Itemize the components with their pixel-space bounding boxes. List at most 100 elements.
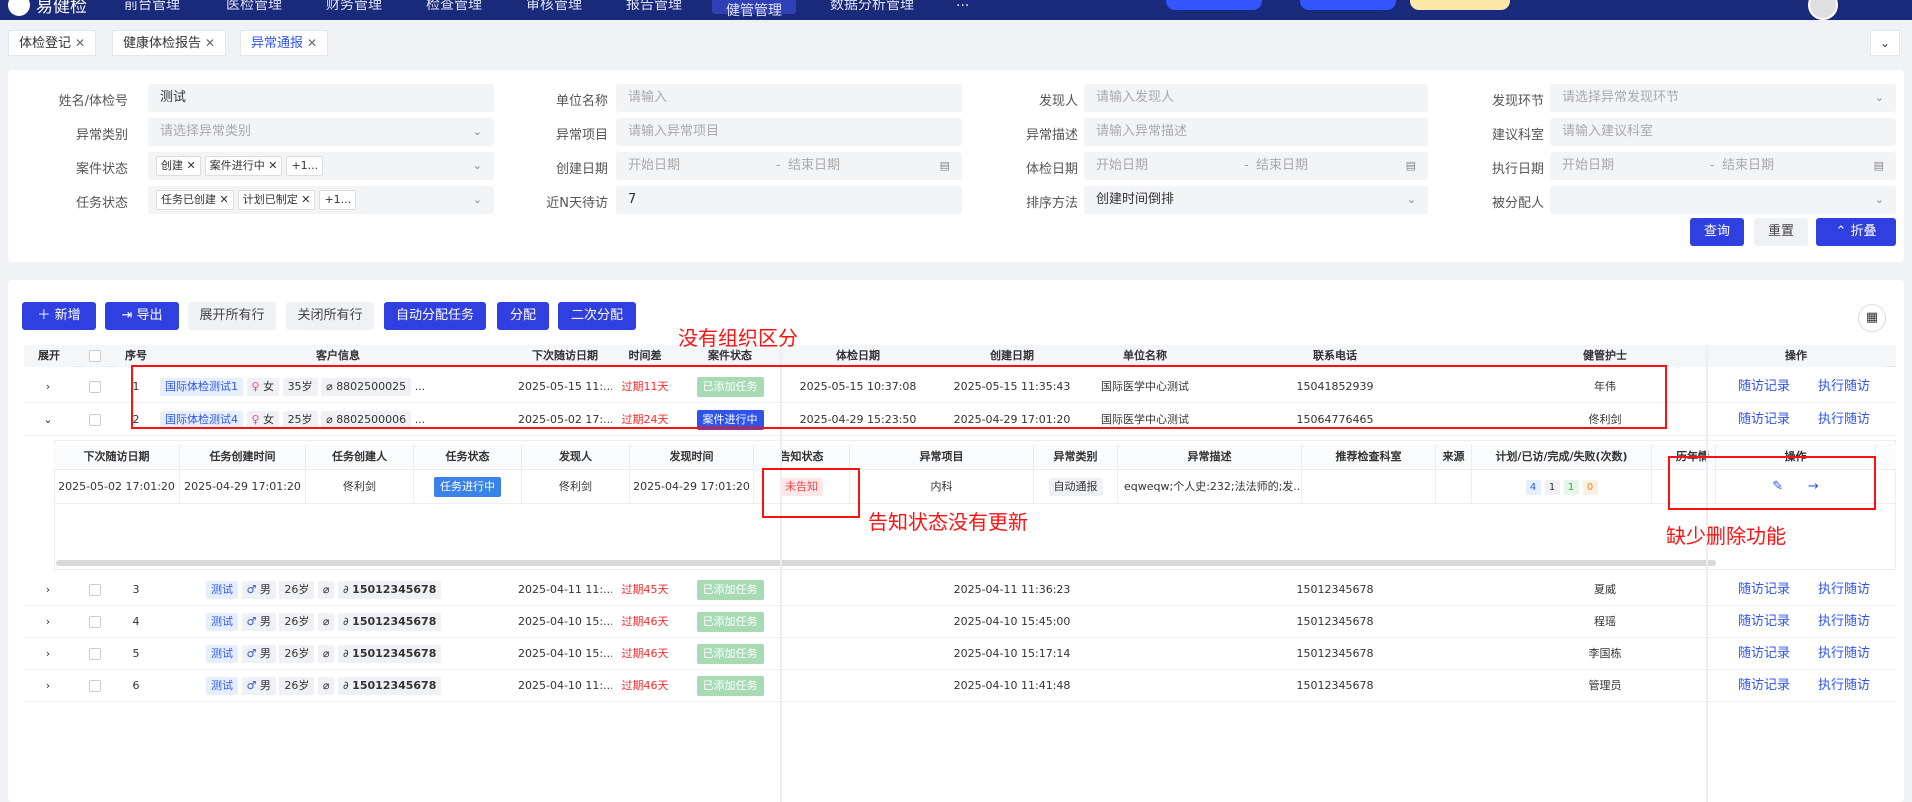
gender-tag: ♂ 男 [241, 613, 276, 631]
filter-chip[interactable]: 创建 ✕ [156, 155, 201, 176]
add-button[interactable]: ＋ 新增 [22, 302, 96, 330]
chevron-right-icon[interactable]: › [38, 606, 58, 638]
nav-item[interactable]: 报告管理 [626, 0, 682, 14]
visit-record-link[interactable]: 随访记录 [1724, 404, 1804, 436]
reassign-button[interactable]: 二次分配 [558, 302, 636, 330]
select-all-checkbox[interactable] [84, 345, 106, 367]
chevron-right-icon[interactable]: › [38, 371, 58, 403]
sort-select[interactable]: 创建时间倒排 ⌄ [1084, 186, 1428, 214]
tab-exam-register[interactable]: 体检登记 ✕ [8, 30, 97, 56]
execute-visit-link[interactable]: 执行随访 [1804, 638, 1884, 670]
nav-item[interactable]: 财务管理 [326, 0, 382, 14]
row-checkbox[interactable] [84, 606, 106, 638]
visit-record-link[interactable]: 随访记录 [1724, 371, 1804, 403]
filter-chip-more[interactable]: +1... [286, 155, 324, 176]
top-action-button[interactable] [1300, 0, 1396, 10]
visit-record-link[interactable]: 随访记录 [1724, 574, 1804, 606]
expand-all-button[interactable]: 展开所有行 [188, 302, 276, 330]
execute-visit-link[interactable]: 执行随访 [1804, 670, 1884, 702]
customer-name-tag[interactable]: 测试 [206, 613, 238, 631]
filter-chip-more[interactable]: +1... [319, 189, 357, 210]
customer-info: 测试 ♂ 男 26岁 ⌀ ∂ 15012345678 [160, 574, 520, 606]
nav-item[interactable]: 审核管理 [526, 0, 582, 14]
chevron-down-icon[interactable]: ⌄ [1870, 30, 1900, 56]
label-exam-date: 体检日期 [1025, 162, 1078, 177]
abn-type-select[interactable]: 请选择异常类别 ⌄ [148, 118, 494, 146]
time-diff: 过期45天 [621, 583, 669, 596]
table-row[interactable]: › 4 测试 ♂ 男 26岁 ⌀ ∂ 15012345678 2025-04-1… [24, 606, 1896, 638]
count-visited: 1 [1544, 480, 1560, 495]
visit-record-link[interactable]: 随访记录 [1724, 638, 1804, 670]
abn-item-input[interactable]: 请输入异常项目 [616, 118, 962, 146]
customer-name-tag[interactable]: 测试 [206, 581, 238, 599]
filter-chip[interactable]: 计划已制定 ✕ [237, 189, 316, 210]
close-icon[interactable]: ✕ [75, 36, 85, 50]
row-checkbox[interactable] [84, 404, 106, 436]
gender-label: 男 [259, 583, 271, 596]
dept-input[interactable]: 请输入建议科室 [1550, 118, 1896, 146]
nav-item-more[interactable]: ... [956, 0, 969, 10]
tab-abnormal-report[interactable]: 异常通报 ✕ [240, 30, 329, 56]
assignee-select[interactable]: ⌄ [1550, 186, 1896, 214]
top-navbar: 易健检 前台管理 医检管理 财务管理 检查管理 审核管理 报告管理 健管管理 数… [0, 0, 1912, 20]
stage-select[interactable]: 请选择异常发现环节 ⌄ [1550, 84, 1896, 112]
table-row[interactable]: › 6 测试 ♂ 男 26岁 ⌀ ∂ 15012345678 2025-04-1… [24, 670, 1896, 702]
filter-chip[interactable]: 任务已创建 ✕ [156, 189, 234, 210]
create-date-range[interactable]: 开始日期 - 结束日期 ▤ [616, 152, 962, 180]
horizontal-scrollbar[interactable] [56, 560, 1716, 566]
auto-assign-button[interactable]: 自动分配任务 [384, 302, 486, 330]
male-icon: ♂ [246, 679, 260, 692]
visit-record-link[interactable]: 随访记录 [1724, 606, 1804, 638]
chevron-down-icon[interactable]: ⌄ [38, 404, 58, 436]
exam-date-range[interactable]: 开始日期 - 结束日期 ▤ [1084, 152, 1428, 180]
row-checkbox[interactable] [84, 574, 106, 606]
phone-tag: ∂ 15012345678 [337, 677, 442, 695]
visit-record-link[interactable]: 随访记录 [1724, 670, 1804, 702]
tab-health-report[interactable]: 健康体检报告 ✕ [112, 30, 227, 56]
company-input[interactable]: 请输入 [616, 84, 962, 112]
row-checkbox[interactable] [84, 638, 106, 670]
collapse-all-button[interactable]: 关闭所有行 [286, 302, 374, 330]
finder-input[interactable]: 请输入发现人 [1084, 84, 1428, 112]
close-icon[interactable]: ✕ [205, 36, 215, 50]
filter-chip[interactable]: 案件进行中 ✕ [204, 155, 283, 176]
execute-visit-link[interactable]: 执行随访 [1804, 606, 1884, 638]
table-row[interactable]: › 3 测试 ♂ 男 26岁 ⌀ ∂ 15012345678 2025-04-1… [24, 574, 1896, 606]
top-action-button[interactable] [1166, 0, 1262, 10]
reset-button[interactable]: 重置 [1754, 218, 1808, 246]
top-action-button[interactable] [1410, 0, 1510, 10]
execute-visit-link[interactable]: 执行随访 [1804, 404, 1884, 436]
customer-name-tag[interactable]: 测试 [206, 645, 238, 663]
query-button[interactable]: 查询 [1690, 218, 1744, 246]
nav-item[interactable]: 数据分析管理 [830, 0, 914, 14]
collapse-button[interactable]: ⌃ 折叠 [1816, 218, 1896, 246]
layout-settings-icon[interactable]: ▦ [1858, 304, 1886, 332]
row-checkbox[interactable] [84, 670, 106, 702]
chevron-right-icon[interactable]: › [38, 574, 58, 606]
nav-item[interactable]: 医检管理 [226, 0, 282, 14]
avatar[interactable] [1808, 0, 1838, 20]
abn-desc-input[interactable]: 请输入异常描述 [1084, 118, 1428, 146]
task-status-select[interactable]: 任务已创建 ✕ 计划已制定 ✕ +1... ⌄ [148, 186, 494, 214]
sub-source [1436, 470, 1472, 504]
nav-item[interactable]: 前台管理 [124, 0, 180, 14]
table-row[interactable]: › 5 测试 ♂ 男 26岁 ⌀ ∂ 15012345678 2025-04-1… [24, 638, 1896, 670]
export-button[interactable]: ⇥ 导出 [105, 302, 179, 330]
close-icon[interactable]: ✕ [307, 36, 317, 50]
assign-button[interactable]: 分配 [497, 302, 549, 330]
recent-days-input[interactable]: 7 [616, 186, 962, 214]
nav-item-active[interactable]: 健管管理 [712, 0, 796, 19]
nav-item[interactable]: 检查管理 [426, 0, 482, 14]
execute-visit-link[interactable]: 执行随访 [1804, 574, 1884, 606]
execute-visit-link[interactable]: 执行随访 [1804, 371, 1884, 403]
case-status-select[interactable]: 创建 ✕ 案件进行中 ✕ +1... ⌄ [148, 152, 494, 180]
exec-date-range[interactable]: 开始日期 - 结束日期 ▤ [1550, 152, 1896, 180]
chevron-right-icon[interactable]: › [38, 670, 58, 702]
label-finder: 发现人 [1038, 94, 1078, 109]
row-checkbox[interactable] [84, 371, 106, 403]
chevron-right-icon[interactable]: › [38, 638, 58, 670]
filter-panel: 姓名/体检号 测试 单位名称 请输入 发现人 请输入发现人 发现环节 请选择异常… [8, 70, 1904, 262]
customer-name-tag[interactable]: 测试 [206, 677, 238, 695]
link-icon: ∂ [342, 583, 353, 596]
name-input[interactable]: 测试 [148, 84, 494, 112]
